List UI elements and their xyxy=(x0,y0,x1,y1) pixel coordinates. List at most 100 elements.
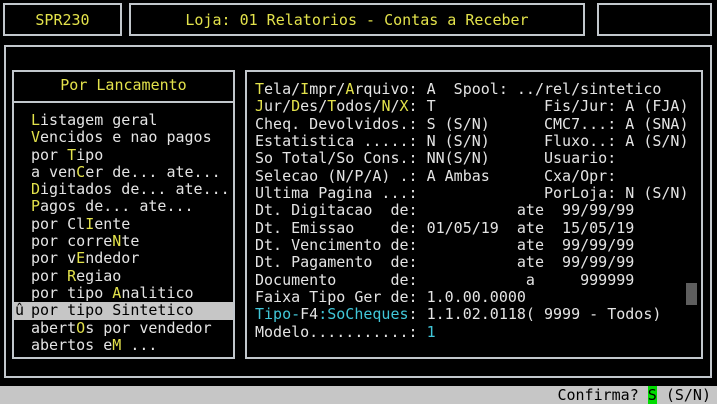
text-segment: A xyxy=(345,80,354,98)
selected-marker-icon xyxy=(15,250,31,267)
text-segment: odos/ xyxy=(336,97,381,115)
menu-item[interactable]: abertOs por vendedor xyxy=(14,320,233,337)
text-segment: T xyxy=(327,97,336,115)
text-segment: Selecao (N/P/A) .: A Ambas Cxa/Opr: xyxy=(255,167,616,185)
text-segment: I xyxy=(85,215,94,233)
form-panel: Tela/Impr/Arquivo: A Spool: ../rel/sinte… xyxy=(245,70,703,359)
text-segment: te xyxy=(121,232,139,250)
text-segment: Cheq. Devolvidos.: S (S/N) CMC7...: A (S… xyxy=(255,115,688,133)
text-segment: E xyxy=(76,249,85,267)
text-segment: ur/ xyxy=(264,97,291,115)
menu-item[interactable]: Digitados de... ate... xyxy=(14,181,233,198)
form-line[interactable]: Dt. Pagamento de: ate 99/99/99 xyxy=(255,254,701,271)
text-segment: :SoCheques xyxy=(318,305,408,323)
form-line[interactable]: Tela/Impr/Arquivo: A Spool: ../rel/sinte… xyxy=(255,81,701,98)
form-line[interactable]: Dt. Emissao de: 01/05/19 ate 15/05/19 xyxy=(255,220,701,237)
text-segment: abertos e xyxy=(31,336,112,354)
text-segment: T xyxy=(67,146,76,164)
form-line[interactable]: Dt. Digitacao de: ate 99/99/99 xyxy=(255,202,701,219)
text-segment: / xyxy=(390,97,399,115)
text-segment: nalitico xyxy=(121,284,193,302)
form-line[interactable]: Documento de: a 999999 xyxy=(255,272,701,289)
confirm-input[interactable]: S xyxy=(648,386,657,404)
confirm-options: (S/N) xyxy=(666,386,711,404)
text-segment: X xyxy=(400,97,409,115)
text-segment: Dt. Emissao de: 01/05/19 ate 15/05/19 xyxy=(255,219,634,237)
text-segment: ... xyxy=(121,336,157,354)
menu-item[interactable]: por tipo Analitico xyxy=(14,285,233,302)
text-segment: Faixa Tipo Ger de: 1.0.00.0000 xyxy=(255,288,526,306)
menu-item[interactable]: ûpor tipo Sintetico xyxy=(14,302,233,319)
menu-item[interactable]: Listagem geral xyxy=(14,112,233,129)
text-segment: P xyxy=(31,197,40,215)
text-segment: J xyxy=(255,97,264,115)
menu-item[interactable]: por Tipo xyxy=(14,147,233,164)
text-segment: M xyxy=(112,336,121,354)
window-title-box: Loja: 01 Relatorios - Contas a Receber xyxy=(129,3,585,36)
text-segment: Dt. Vencimento de: ate 99/99/99 xyxy=(255,236,634,254)
text-segment: s por vendedor xyxy=(85,319,211,337)
text-segment: rquivo: A Spool: ../rel/sintetico xyxy=(354,80,661,98)
text-segment: agos de... ate... xyxy=(40,197,194,215)
text-segment: Estatistica .....: N (S/N) Fluxo..: A (S… xyxy=(255,132,688,150)
text-segment: T xyxy=(255,80,264,98)
form-line[interactable]: Dt. Vencimento de: ate 99/99/99 xyxy=(255,237,701,254)
text-segment: D xyxy=(31,180,40,198)
text-segment: por Cl xyxy=(31,215,85,233)
text-segment: C xyxy=(76,163,85,181)
menu-item[interactable]: por correNte xyxy=(14,233,233,250)
selected-marker-icon xyxy=(15,181,31,198)
form-line[interactable]: Tipo-F4:SoCheques: 1.1.02.0118( 9999 - T… xyxy=(255,306,701,323)
text-segment: ente xyxy=(94,215,130,233)
menu-item[interactable]: abertos eM ... xyxy=(14,337,233,354)
text-segment: encidos e nao pagos xyxy=(40,128,212,146)
form-line[interactable]: Ultima Pagina ...: PorLoja: N (S/N) xyxy=(255,185,701,202)
form-line[interactable]: So Total/So Cons.: NN(S/N) Usuario: xyxy=(255,150,701,167)
form-line[interactable]: Selecao (N/P/A) .: A Ambas Cxa/Opr: xyxy=(255,168,701,185)
form-line[interactable]: Modelo...........: 1 xyxy=(255,324,701,341)
text-segment: por tipo xyxy=(31,284,112,302)
menu-item[interactable]: Vencidos e nao pagos xyxy=(14,129,233,146)
text-segment: D xyxy=(291,97,300,115)
menu-title: Por Lancamento xyxy=(14,72,233,103)
selected-marker-icon xyxy=(15,147,31,164)
form-line[interactable]: Faixa Tipo Ger de: 1.0.00.0000 xyxy=(255,289,701,306)
text-segment: istagem geral xyxy=(40,111,157,129)
selected-marker-icon xyxy=(15,198,31,215)
selected-marker-icon xyxy=(15,268,31,285)
text-segment: F4 xyxy=(300,305,318,323)
text-segment: V xyxy=(31,128,40,146)
selected-marker-icon xyxy=(15,216,31,233)
selected-marker-icon xyxy=(15,320,31,337)
window-title: Loja: 01 Relatorios - Contas a Receber xyxy=(185,11,528,29)
selected-marker-icon xyxy=(15,112,31,129)
status-bar: Confirma? S (S/N) xyxy=(0,386,717,404)
menu-panel: Por Lancamento Listagem geral Vencidos e… xyxy=(12,70,235,359)
text-segment: Dt. Pagamento de: ate 99/99/99 xyxy=(255,253,634,271)
empty-status-box xyxy=(597,3,712,36)
text-segment: 1 xyxy=(427,323,436,341)
text-segment: N xyxy=(112,232,121,250)
menu-item[interactable]: por Regiao xyxy=(14,268,233,285)
text-segment: er de... ate... xyxy=(85,163,220,181)
spacer xyxy=(639,386,648,404)
menu-item[interactable]: por vEndedor xyxy=(14,250,233,267)
text-segment: Dt. Digitacao de: ate 99/99/99 xyxy=(255,201,634,219)
text-segment: es/ xyxy=(300,97,327,115)
text-segment: ela/ xyxy=(264,80,300,98)
scrollbar-thumb[interactable] xyxy=(686,283,697,305)
selected-marker-icon xyxy=(15,164,31,181)
text-segment: A xyxy=(112,284,121,302)
form-line[interactable]: Estatistica .....: N (S/N) Fluxo..: A (S… xyxy=(255,133,701,150)
text-segment: ndedor xyxy=(85,249,139,267)
text-segment: a ven xyxy=(31,163,76,181)
text-segment: igitados de... ate... xyxy=(40,180,230,198)
form-line[interactable]: Jur/Des/Todos/N/X: T Fis/Jur: A (FJA) xyxy=(255,98,701,115)
text-segment: : T Fis/Jur: A (FJA) xyxy=(409,97,689,115)
text-segment: Tipo- xyxy=(255,305,300,323)
menu-item[interactable]: Pagos de... ate... xyxy=(14,198,233,215)
menu-item[interactable]: a venCer de... ate... xyxy=(14,164,233,181)
selected-marker-icon xyxy=(15,337,31,354)
menu-item[interactable]: por ClIente xyxy=(14,216,233,233)
form-line[interactable]: Cheq. Devolvidos.: S (S/N) CMC7...: A (S… xyxy=(255,116,701,133)
